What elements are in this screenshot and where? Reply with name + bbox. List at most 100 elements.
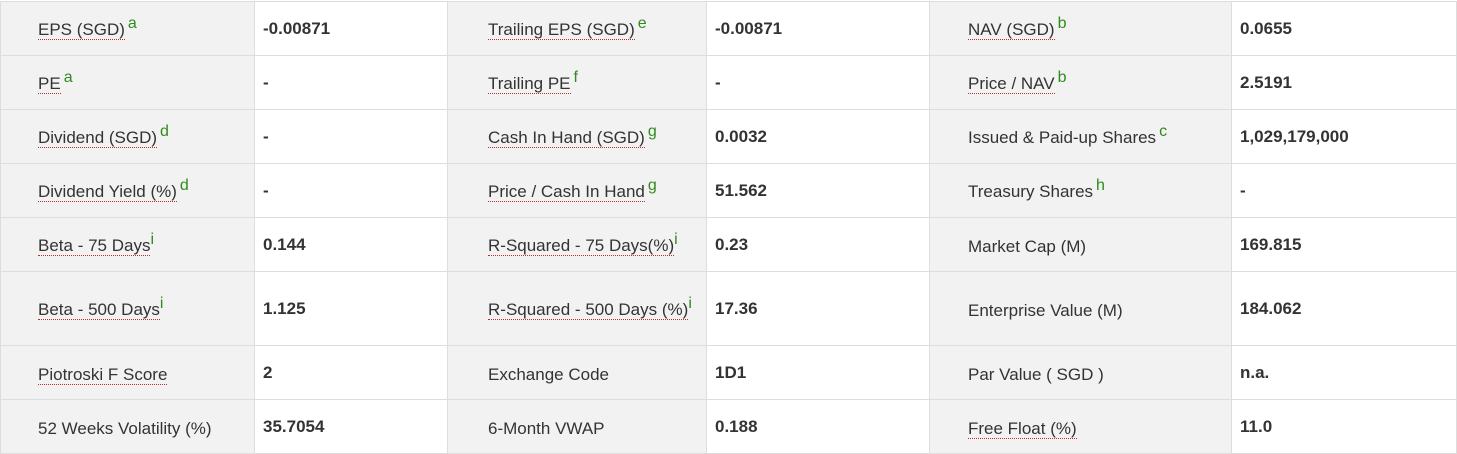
metric-value-enterprise-value-m: 184.062 <box>1240 298 1302 318</box>
metric-value-market-cap-m: 169.815 <box>1240 234 1302 254</box>
metric-label-par-value-sgd: Par Value ( SGD ) <box>968 363 1223 387</box>
footnote-marker: h <box>1096 177 1105 194</box>
metric-label-cell: Market Cap (M) <box>929 217 1232 272</box>
metric-label-text[interactable]: PE <box>38 74 61 94</box>
metric-value-cell: - <box>706 55 930 110</box>
table-row: EPS (SGD) a -0.00871 Trailing EPS (SGD) e -0.… <box>0 1 1457 56</box>
metric-label-cell: Trailing EPS (SGD) e <box>447 1 707 56</box>
metric-label-cell: Dividend Yield (%) d <box>0 163 255 218</box>
metric-label-cell: Free Float (%) <box>929 399 1232 454</box>
metric-label-trailing-pe[interactable]: Trailing PE f <box>488 69 698 97</box>
metric-value-cell: 0.0032 <box>706 109 930 164</box>
metric-value-cell: - <box>254 55 448 110</box>
metric-label-cash-in-hand-sgd[interactable]: Cash In Hand (SGD) g <box>488 123 698 151</box>
metric-label-cell: Beta - 500 Daysi <box>0 271 255 346</box>
metric-label-text[interactable]: NAV (SGD) <box>968 20 1055 40</box>
metric-label-text: Exchange Code <box>488 364 609 384</box>
footnote-marker: i <box>688 295 692 312</box>
metric-value-piotroski-f-score: 2 <box>263 362 273 382</box>
metric-label-dividend-sgd[interactable]: Dividend (SGD) d <box>38 123 246 151</box>
metric-value-cell: 0.188 <box>706 399 930 454</box>
metric-label-cell: Cash In Hand (SGD) g <box>447 109 707 164</box>
metric-label-trailing-eps-sgd[interactable]: Trailing EPS (SGD) e <box>488 15 698 43</box>
metric-label-cell: PE a <box>0 55 255 110</box>
metric-value-52-weeks-volatility: 35.7054 <box>263 416 325 436</box>
footnote-marker: i <box>159 295 164 312</box>
metric-label-text[interactable]: EPS (SGD) <box>38 20 125 40</box>
metric-label-text[interactable]: R-Squared - 500 Days (%) <box>488 300 689 320</box>
metric-label-r-squared-75-days[interactable]: R-Squared - 75 Days(%)i <box>488 231 698 259</box>
metric-value-r-squared-75-days: 0.23 <box>715 234 749 254</box>
metric-label-text[interactable]: Price / NAV <box>968 74 1055 94</box>
metric-label-free-float[interactable]: Free Float (%) <box>968 417 1223 441</box>
metric-label-cell: Exchange Code <box>447 345 707 400</box>
metric-value-cell: -0.00871 <box>254 1 448 56</box>
metric-value-cell: 0.0655 <box>1231 1 1457 56</box>
metric-label-text[interactable]: R-Squared - 75 Days(%) <box>488 236 675 256</box>
metric-value-dividend-yield: - <box>263 180 269 200</box>
metric-value-cell: 2.5191 <box>1231 55 1457 110</box>
metric-label-52-weeks-volatility: 52 Weeks Volatility (%) <box>38 417 246 441</box>
metric-value-cell: -0.00871 <box>706 1 930 56</box>
metric-label-text[interactable]: Dividend (SGD) <box>38 128 158 148</box>
metric-value-cell: - <box>254 163 448 218</box>
metric-label-text: Issued & Paid-up Shares <box>968 128 1157 147</box>
metric-label-text: Market Cap (M) <box>968 236 1087 256</box>
metric-label-text[interactable]: Cash In Hand (SGD) <box>488 128 645 148</box>
metric-value-pe: - <box>263 72 269 92</box>
metric-label-cell: Beta - 75 Daysi <box>0 217 255 272</box>
metric-label-cell: R-Squared - 75 Days(%)i <box>447 217 707 272</box>
metric-label-text[interactable]: Free Float (%) <box>968 418 1077 439</box>
metric-label-price-nav[interactable]: Price / NAV b <box>968 69 1223 97</box>
metric-label-text[interactable]: Beta - 500 Days <box>38 300 160 320</box>
metric-value-dividend-sgd: - <box>263 126 269 146</box>
metric-label-text: Par Value ( SGD ) <box>968 364 1104 384</box>
metric-value-cell: - <box>1231 163 1457 218</box>
metric-label-price-cash-in-hand[interactable]: Price / Cash In Hand g <box>488 177 698 205</box>
metric-label-r-squared-500-days[interactable]: R-Squared - 500 Days (%)i <box>488 295 698 323</box>
metric-label-text: Treasury Shares <box>968 182 1094 201</box>
metric-label-text[interactable]: Piotroski F Score <box>38 364 168 385</box>
table-row: Beta - 75 Daysi 0.144 R-Squared - 75 Days(… <box>0 217 1457 272</box>
footnote-marker: c <box>1159 123 1168 140</box>
metric-label-text[interactable]: Dividend Yield (%) <box>38 182 177 202</box>
metric-label-piotroski-f-score[interactable]: Piotroski F Score <box>38 363 246 387</box>
metric-value-cell: 1D1 <box>706 345 930 400</box>
metric-value-cell: 184.062 <box>1231 271 1457 346</box>
footnote-marker: d <box>160 123 169 140</box>
metric-value-issued-paid-up-shares: 1,029,179,000 <box>1240 126 1349 146</box>
metric-label-treasury-shares: Treasury Shares h <box>968 177 1223 205</box>
footnote-marker: g <box>647 123 657 140</box>
footnote-marker: b <box>1057 15 1067 32</box>
metric-value-cell: 17.36 <box>706 271 930 346</box>
metric-label-cell: R-Squared - 500 Days (%)i <box>447 271 707 346</box>
metric-value-6-month-vwap: 0.188 <box>715 416 758 436</box>
metric-label-enterprise-value-m: Enterprise Value (M) <box>968 299 1223 323</box>
metric-value-cell: - <box>254 109 448 164</box>
metric-value-treasury-shares: - <box>1240 180 1246 200</box>
metric-label-6-month-vwap: 6-Month VWAP <box>488 417 698 441</box>
footnote-marker: d <box>179 177 189 194</box>
footnote-marker: f <box>573 69 578 86</box>
table-row: Piotroski F Score 2 Exchange Code 1D1 Par Va… <box>0 345 1457 400</box>
metric-label-cell: 52 Weeks Volatility (%) <box>0 399 255 454</box>
table-row: Dividend Yield (%) d - Price / Cash In Hand… <box>0 163 1457 218</box>
metric-label-text[interactable]: Price / Cash In Hand <box>488 182 645 202</box>
metric-value-cash-in-hand-sgd: 0.0032 <box>715 126 767 146</box>
metric-value-cell: 51.562 <box>706 163 930 218</box>
metric-value-price-cash-in-hand: 51.562 <box>715 180 767 200</box>
table-row: PE a - Trailing PE f - Price / NAV b 2.5191 <box>0 55 1457 110</box>
metric-label-text[interactable]: Beta - 75 Days <box>38 236 151 256</box>
stock-statistics-table: EPS (SGD) a -0.00871 Trailing EPS (SGD) e -0.… <box>0 1 1457 454</box>
metric-label-pe[interactable]: PE a <box>38 69 246 97</box>
metric-label-eps-sgd[interactable]: EPS (SGD) a <box>38 15 246 43</box>
metric-label-dividend-yield[interactable]: Dividend Yield (%) d <box>38 177 246 205</box>
footnote-marker: a <box>127 15 137 32</box>
metric-label-cell: Piotroski F Score <box>0 345 255 400</box>
metric-label-text[interactable]: Trailing EPS (SGD) <box>488 20 635 40</box>
metric-label-beta-500-days[interactable]: Beta - 500 Daysi <box>38 295 246 323</box>
footnote-marker: b <box>1057 69 1067 86</box>
metric-label-beta-75-days[interactable]: Beta - 75 Daysi <box>38 231 246 259</box>
metric-label-text[interactable]: Trailing PE <box>488 74 571 94</box>
metric-label-nav-sgd[interactable]: NAV (SGD) b <box>968 15 1223 43</box>
